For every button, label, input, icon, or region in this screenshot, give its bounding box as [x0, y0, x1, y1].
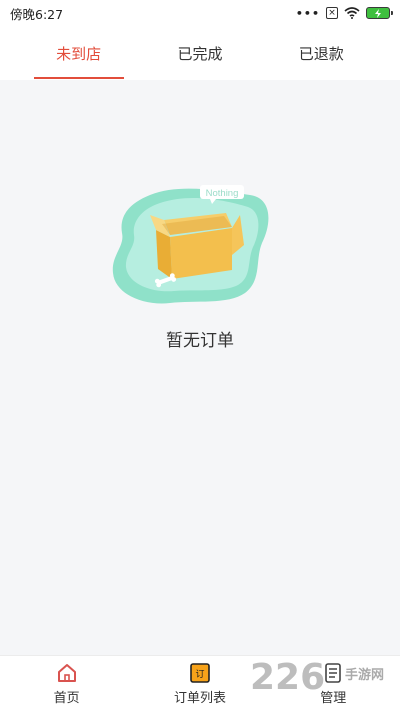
tab-label: 已完成: [177, 44, 223, 63]
order-list-icon: 订: [189, 662, 211, 684]
app-screen: 傍晚6:27 ••• × 未到店 已完成 已退款 Nothing 暂无订单 首页…: [0, 0, 400, 711]
status-time: 傍晚6:27: [10, 6, 64, 22]
empty-box-illustration: Nothing: [112, 185, 269, 304]
tab-not-arrived[interactable]: 未到店: [33, 26, 124, 80]
battery-icon: [366, 7, 393, 19]
svg-text:订: 订: [195, 669, 204, 680]
status-bar: 傍晚6:27 ••• ×: [0, 0, 400, 26]
status-icons: ••• ×: [295, 6, 393, 20]
tab-refunded[interactable]: 已退款: [276, 26, 366, 80]
wifi-icon: [344, 7, 360, 19]
bottom-nav: 首页 订 订单列表 管理: [0, 655, 400, 711]
empty-message: 暂无订单: [166, 331, 234, 351]
nav-home[interactable]: 首页: [22, 662, 112, 706]
nav-manage[interactable]: 管理: [288, 662, 378, 706]
nav-manage-label: 管理: [320, 690, 347, 706]
tab-completed[interactable]: 已完成: [155, 26, 245, 80]
notification-close-icon: ×: [326, 7, 338, 19]
nav-orders[interactable]: 订 订单列表: [155, 662, 245, 706]
tab-label: 未到店: [56, 44, 102, 63]
tab-label: 已退款: [298, 44, 344, 63]
nav-orders-label: 订单列表: [173, 690, 226, 706]
manage-icon: [322, 662, 344, 684]
empty-state: Nothing 暂无订单: [0, 80, 400, 655]
nothing-badge-text: Nothing: [206, 188, 239, 199]
home-icon: [56, 662, 78, 684]
more-notifications-icon: •••: [295, 6, 320, 20]
order-tabs: 未到店 已完成 已退款: [0, 26, 400, 80]
nav-home-label: 首页: [53, 690, 80, 706]
